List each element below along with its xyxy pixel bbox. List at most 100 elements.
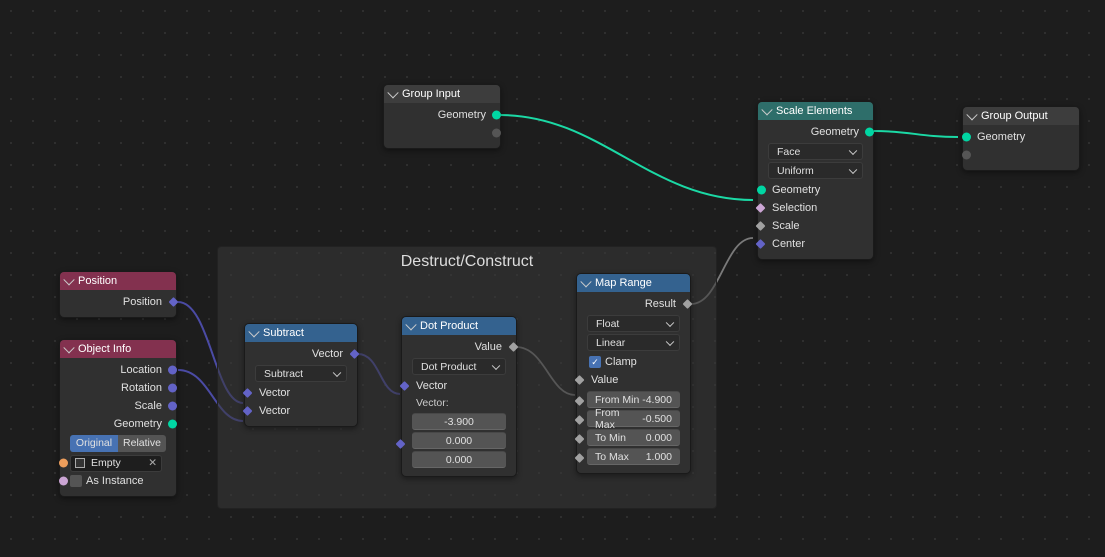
socket-out-result[interactable] bbox=[683, 299, 693, 309]
input-vector-b[interactable]: Vector bbox=[249, 402, 353, 420]
object-picker[interactable]: Empty ✕ bbox=[70, 455, 162, 472]
socket-in-object[interactable] bbox=[59, 459, 68, 468]
input-vector[interactable]: Vector bbox=[406, 377, 512, 395]
node-header[interactable]: Map Range bbox=[577, 274, 690, 292]
socket-in-vector-a[interactable] bbox=[243, 388, 253, 398]
socket-out-virtual[interactable] bbox=[492, 129, 501, 138]
domain-dropdown[interactable]: Face bbox=[768, 143, 863, 160]
input-geometry[interactable]: Geometry bbox=[762, 181, 869, 199]
object-data-icon bbox=[75, 458, 85, 468]
node-header[interactable]: Scale Elements bbox=[758, 102, 873, 120]
node-object-info[interactable]: Object Info Location Rotation Scale Geom… bbox=[59, 339, 177, 497]
input-object[interactable]: Empty ✕ bbox=[64, 454, 172, 472]
node-position[interactable]: Position Position bbox=[59, 271, 177, 318]
output-position[interactable]: Position bbox=[64, 293, 172, 311]
socket-out-scale[interactable] bbox=[168, 402, 177, 411]
operation-dropdown[interactable]: Subtract bbox=[255, 365, 347, 382]
output-location[interactable]: Location bbox=[64, 361, 172, 379]
socket-in-geometry[interactable] bbox=[757, 186, 766, 195]
output-result[interactable]: Result bbox=[581, 295, 686, 313]
socket-label: Geometry bbox=[438, 109, 486, 121]
input-center[interactable]: Center bbox=[762, 235, 869, 253]
input-value[interactable]: Value bbox=[581, 371, 686, 389]
output-extra[interactable] bbox=[388, 124, 496, 142]
socket-out-location[interactable] bbox=[168, 366, 177, 375]
node-subtract[interactable]: Subtract Vector Subtract Vector Vector bbox=[244, 323, 358, 427]
socket-out-geometry[interactable] bbox=[168, 420, 177, 429]
socket-label: Selection bbox=[772, 202, 817, 214]
socket-in-scale[interactable] bbox=[756, 221, 766, 231]
vector-constant-label: Vector: bbox=[406, 395, 512, 411]
mode-original[interactable]: Original bbox=[70, 435, 118, 452]
socket-in-center[interactable] bbox=[756, 239, 766, 249]
vector-x-field[interactable]: -3.900 bbox=[412, 413, 506, 430]
socket-out-position[interactable] bbox=[169, 297, 179, 307]
socket-out-geometry[interactable] bbox=[492, 111, 501, 120]
clamp-label: Clamp bbox=[605, 356, 637, 368]
socket-in-from-min[interactable] bbox=[575, 396, 585, 406]
output-value[interactable]: Value bbox=[406, 338, 512, 356]
socket-label: Position bbox=[123, 296, 162, 308]
data-type-dropdown[interactable]: Float bbox=[587, 315, 680, 332]
to-min-field[interactable]: To Min0.000 bbox=[587, 429, 680, 446]
socket-out-geometry[interactable] bbox=[865, 128, 874, 137]
output-geometry[interactable]: Geometry bbox=[762, 123, 869, 141]
to-max-field[interactable]: To Max1.000 bbox=[587, 448, 680, 465]
transform-space-toggle[interactable]: Original Relative bbox=[70, 435, 166, 452]
node-header[interactable]: Group Input bbox=[384, 85, 500, 103]
from-min-field[interactable]: From Min-4.900 bbox=[587, 391, 680, 408]
socket-label: Rotation bbox=[121, 382, 162, 394]
socket-label: Scale bbox=[772, 220, 800, 232]
vector-z-field[interactable]: 0.000 bbox=[412, 451, 506, 468]
socket-out-vector[interactable] bbox=[350, 349, 360, 359]
clamp-checkbox[interactable]: ✓ bbox=[589, 356, 601, 368]
socket-out-value[interactable] bbox=[509, 342, 519, 352]
socket-in-vector-b[interactable] bbox=[243, 406, 253, 416]
socket-in-geometry[interactable] bbox=[962, 133, 971, 142]
socket-in-vector[interactable] bbox=[400, 381, 410, 391]
output-geometry[interactable]: Geometry bbox=[64, 415, 172, 433]
input-extra[interactable] bbox=[967, 146, 1075, 164]
socket-out-rotation[interactable] bbox=[168, 384, 177, 393]
socket-label: Geometry bbox=[811, 126, 859, 138]
node-header[interactable]: Group Output bbox=[963, 107, 1079, 125]
node-scale-elements[interactable]: Scale Elements Geometry Face Uniform Geo… bbox=[757, 101, 874, 260]
frame-title: Destruct/Construct bbox=[218, 253, 716, 271]
input-scale[interactable]: Scale bbox=[762, 217, 869, 235]
clear-object-icon[interactable]: ✕ bbox=[148, 457, 157, 469]
operation-dropdown[interactable]: Dot Product bbox=[412, 358, 506, 375]
node-header[interactable]: Dot Product bbox=[402, 317, 516, 335]
output-geometry[interactable]: Geometry bbox=[388, 106, 496, 124]
socket-in-to-min[interactable] bbox=[575, 434, 585, 444]
node-group-input[interactable]: Group Input Geometry bbox=[383, 84, 501, 149]
socket-in-from-max[interactable] bbox=[575, 415, 585, 425]
from-max-field[interactable]: From Max-0.500 bbox=[587, 410, 680, 427]
socket-in-selection[interactable] bbox=[756, 203, 766, 213]
interpolation-dropdown[interactable]: Linear bbox=[587, 334, 680, 351]
socket-in-virtual[interactable] bbox=[962, 151, 971, 160]
socket-in-as-instance[interactable] bbox=[59, 477, 68, 486]
mode-relative[interactable]: Relative bbox=[118, 435, 166, 452]
clamp-row[interactable]: ✓ Clamp bbox=[581, 353, 686, 371]
as-instance-checkbox[interactable] bbox=[70, 475, 82, 487]
socket-in-to-max[interactable] bbox=[575, 453, 585, 463]
input-geometry[interactable]: Geometry bbox=[967, 128, 1075, 146]
output-vector[interactable]: Vector bbox=[249, 345, 353, 363]
vector-y-field[interactable]: 0.000 bbox=[412, 432, 506, 449]
input-as-instance[interactable]: As Instance bbox=[64, 472, 172, 490]
socket-label: As Instance bbox=[86, 475, 143, 487]
mode-dropdown[interactable]: Uniform bbox=[768, 162, 863, 179]
socket-in-value[interactable] bbox=[575, 375, 585, 385]
socket-label: Geometry bbox=[114, 418, 162, 430]
output-rotation[interactable]: Rotation bbox=[64, 379, 172, 397]
node-header[interactable]: Position bbox=[60, 272, 176, 290]
node-header[interactable]: Subtract bbox=[245, 324, 357, 342]
output-scale[interactable]: Scale bbox=[64, 397, 172, 415]
node-header[interactable]: Object Info bbox=[60, 340, 176, 358]
node-group-output[interactable]: Group Output Geometry bbox=[962, 106, 1080, 171]
socket-label: Vector bbox=[416, 380, 447, 392]
node-dot-product[interactable]: Dot Product Value Dot Product Vector Vec… bbox=[401, 316, 517, 477]
node-map-range[interactable]: Map Range Result Float Linear ✓ Clamp Va… bbox=[576, 273, 691, 474]
input-selection[interactable]: Selection bbox=[762, 199, 869, 217]
input-vector-a[interactable]: Vector bbox=[249, 384, 353, 402]
